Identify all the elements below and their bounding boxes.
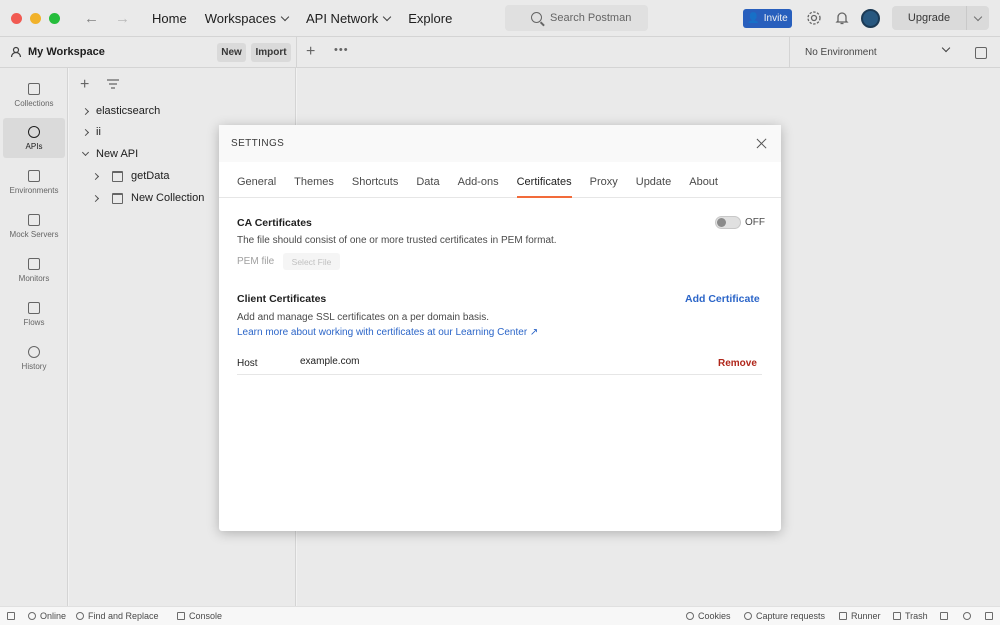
status-find-replace[interactable]: Find and Replace — [76, 611, 159, 621]
host-label: Host — [237, 358, 258, 369]
layout-icon[interactable] — [985, 612, 993, 620]
status-console[interactable]: Console — [177, 611, 222, 621]
tab-about[interactable]: About — [680, 162, 727, 197]
trash-icon — [893, 612, 901, 620]
client-certificates-heading: Client Certificates — [237, 293, 327, 305]
remove-certificate-button[interactable]: Remove — [718, 358, 757, 369]
two-pane-view-icon[interactable] — [940, 612, 948, 620]
settings-tabs: General Themes Shortcuts Data Add-ons Ce… — [219, 162, 781, 198]
capture-icon — [744, 612, 752, 620]
status-runner[interactable]: Runner — [839, 611, 881, 621]
tab-general[interactable]: General — [228, 162, 285, 197]
settings-modal: SETTINGS General Themes Shortcuts Data A… — [219, 125, 781, 531]
select-file-button[interactable]: Select File — [283, 253, 340, 270]
modal-title: SETTINGS — [219, 125, 781, 162]
runner-icon — [839, 612, 847, 620]
toggle-state-label: OFF — [745, 217, 765, 228]
learning-center-link[interactable]: Learn more about working with certificat… — [237, 327, 538, 338]
status-bar: Online Find and Replace Console Cookies … — [0, 606, 1000, 625]
ca-certificates-description: The file should consist of one or more t… — [237, 235, 557, 246]
tab-update[interactable]: Update — [627, 162, 680, 197]
client-certificates-description: Add and manage SSL certificates on a per… — [237, 312, 490, 323]
tab-proxy[interactable]: Proxy — [581, 162, 627, 197]
search-icon — [76, 612, 84, 620]
tab-shortcuts[interactable]: Shortcuts — [343, 162, 407, 197]
status-online[interactable]: Online — [28, 611, 66, 621]
help-icon[interactable] — [963, 612, 971, 620]
cookie-icon — [686, 612, 694, 620]
tab-certificates[interactable]: Certificates — [508, 162, 581, 198]
online-check-icon — [28, 612, 36, 620]
pem-file-label: PEM file — [237, 256, 275, 267]
close-icon[interactable] — [756, 138, 767, 149]
tab-add-ons[interactable]: Add-ons — [449, 162, 508, 197]
status-cookies[interactable]: Cookies — [686, 611, 731, 621]
toggle-sidebar-icon[interactable] — [7, 612, 15, 620]
status-capture-requests[interactable]: Capture requests — [744, 611, 825, 621]
tab-data[interactable]: Data — [407, 162, 448, 197]
tab-themes[interactable]: Themes — [285, 162, 343, 197]
status-trash[interactable]: Trash — [893, 611, 928, 621]
host-value: example.com — [300, 356, 360, 367]
console-icon — [177, 612, 185, 620]
ca-certificates-toggle[interactable] — [715, 216, 741, 229]
ca-certificates-heading: CA Certificates — [237, 217, 312, 229]
divider — [237, 374, 762, 375]
add-certificate-button[interactable]: Add Certificate — [685, 293, 760, 305]
